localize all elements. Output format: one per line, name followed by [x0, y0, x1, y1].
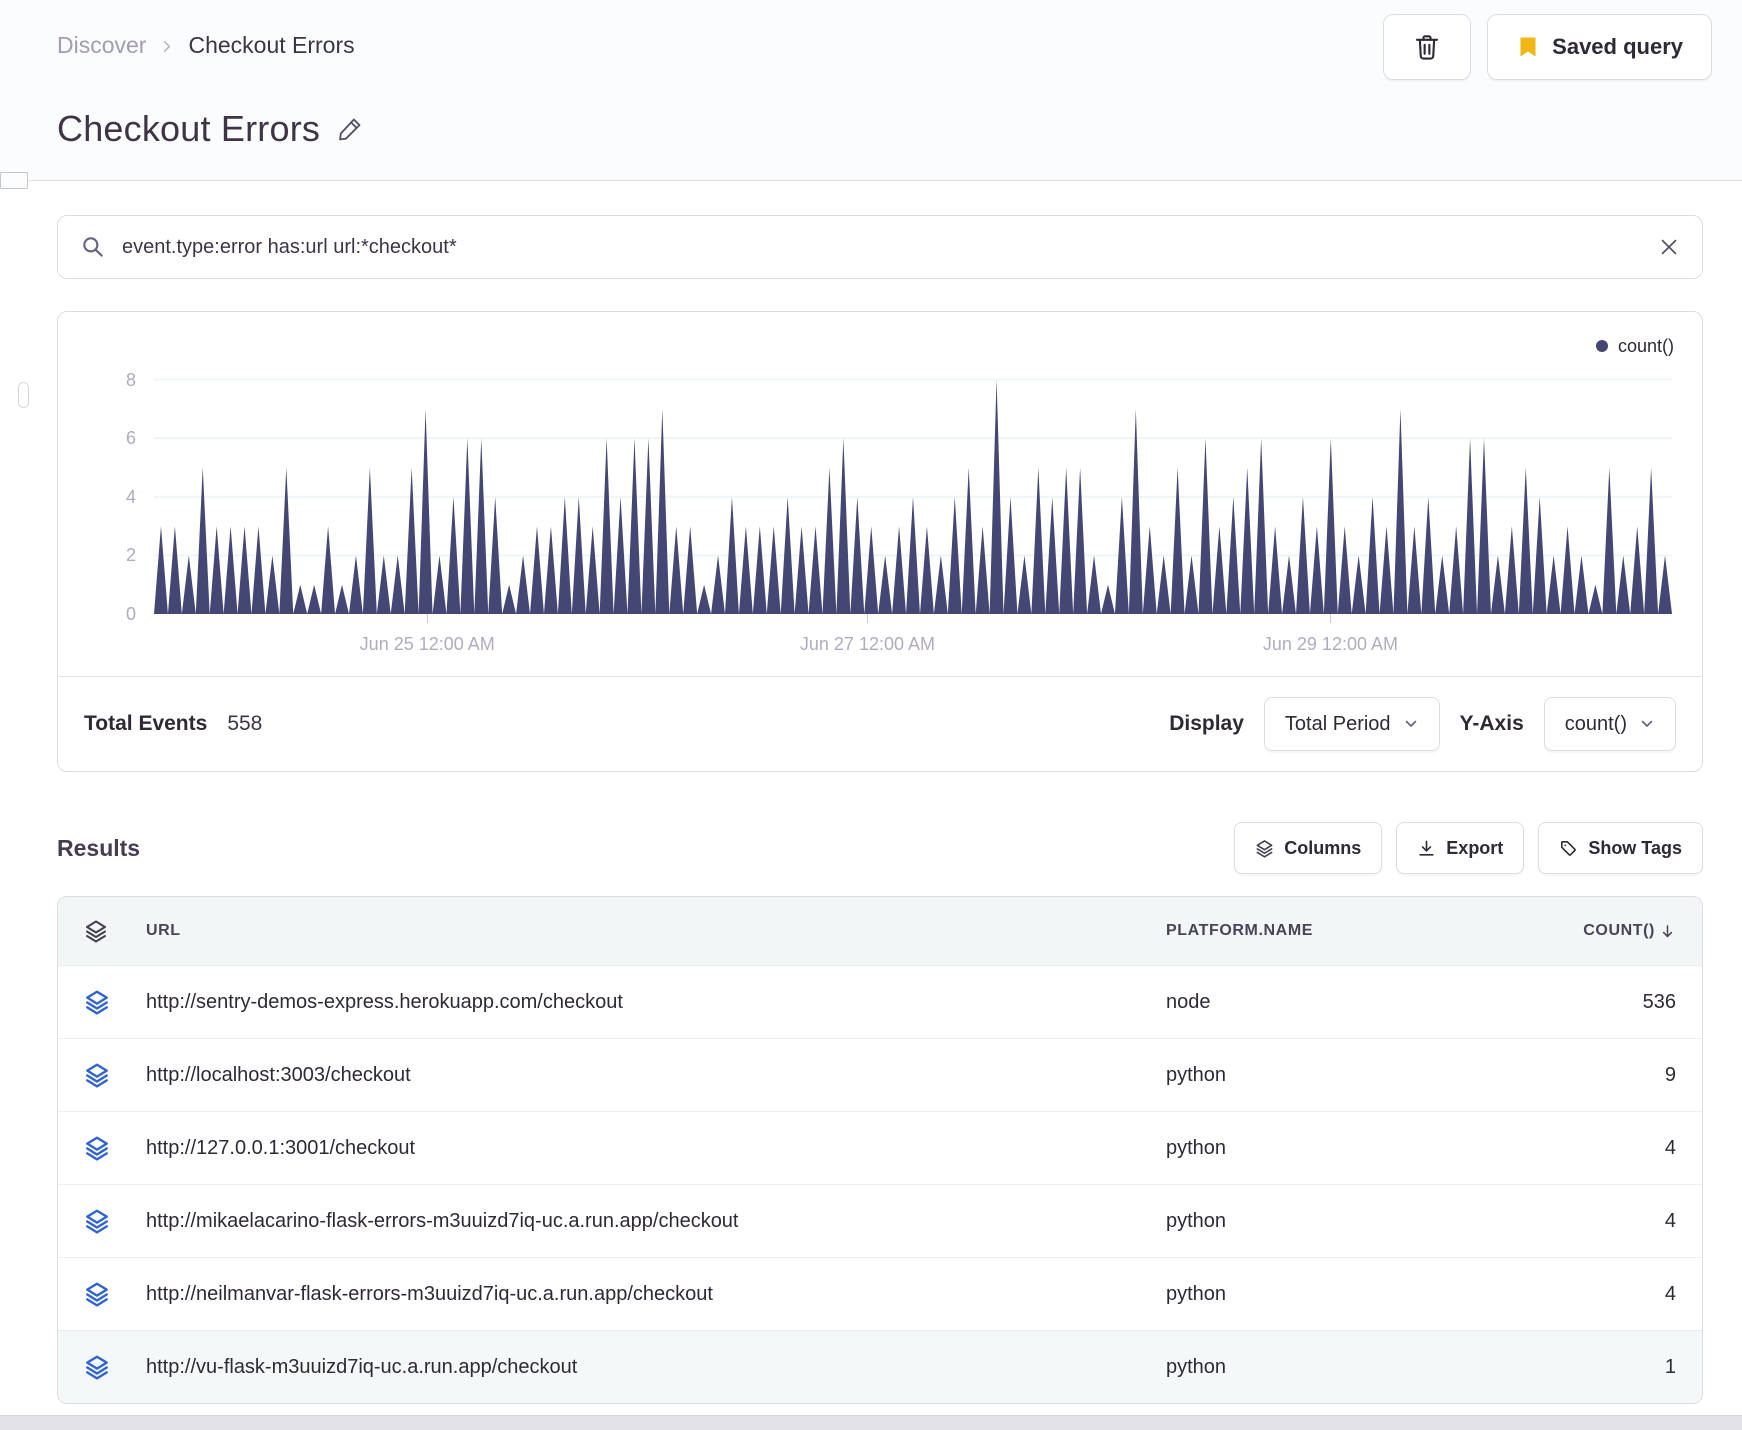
trash-icon — [1412, 32, 1442, 62]
table-row[interactable]: http://127.0.0.1:3001/checkout python 4 — [58, 1111, 1702, 1184]
platform-cell: python — [1166, 1136, 1227, 1159]
stack-events-icon[interactable] — [84, 1208, 146, 1234]
chart-y-axis: 0 2 4 6 8 — [90, 362, 136, 623]
total-events-label: Total Events — [84, 712, 208, 735]
yaxis-label: Y-Axis — [1459, 712, 1524, 735]
x-tick-label: Jun 29 12:00 AM — [1262, 634, 1398, 654]
stack-events-icon[interactable] — [84, 1135, 146, 1161]
x-tick-mark — [1330, 614, 1332, 623]
url-cell[interactable]: http://127.0.0.1:3001/checkout — [146, 1137, 1166, 1160]
chart-footer: Total Events 558 Display Total Period Y-… — [58, 676, 1702, 771]
results-heading: Results — [57, 834, 141, 861]
sidebar-drag-pill[interactable] — [18, 382, 29, 408]
stack-events-icon[interactable] — [84, 1281, 146, 1307]
discover-page: Discover Checkout Errors Saved query Che… — [0, 0, 1742, 1430]
url-cell[interactable]: http://localhost:3003/checkout — [146, 1064, 1166, 1087]
count-cell: 4 — [1664, 1209, 1676, 1232]
platform-cell: python — [1166, 1209, 1227, 1232]
table-row[interactable]: http://mikaelacarino-flask-errors-m3uuiz… — [58, 1184, 1702, 1257]
delete-query-button[interactable] — [1383, 14, 1472, 80]
y-tick-label: 2 — [125, 545, 136, 566]
layers-icon — [1255, 839, 1274, 858]
url-cell[interactable]: http://sentry-demos-express.herokuapp.co… — [146, 991, 1166, 1014]
y-tick-label: 4 — [125, 486, 136, 507]
legend-label: count() — [1617, 335, 1674, 356]
table-row[interactable]: http://sentry-demos-express.herokuapp.co… — [58, 965, 1702, 1038]
stack-events-icon[interactable] — [84, 989, 146, 1015]
bottom-scroll-strip[interactable] — [0, 1415, 1742, 1430]
x-tick-label: Jun 25 12:00 AM — [359, 634, 495, 654]
legend-dot-icon — [1595, 340, 1608, 352]
y-tick-label: 8 — [125, 369, 136, 390]
platform-cell: python — [1166, 1355, 1227, 1378]
bookmark-icon — [1516, 35, 1540, 59]
chart-legend[interactable]: count() — [58, 312, 1702, 356]
count-cell: 1 — [1664, 1355, 1676, 1378]
download-icon — [1417, 839, 1436, 858]
columns-button[interactable]: Columns — [1234, 822, 1383, 874]
url-cell[interactable]: http://neilmanvar-flask-errors-m3uuizd7i… — [146, 1283, 1166, 1306]
yaxis-dropdown[interactable]: count() — [1543, 697, 1676, 751]
results-table-body: http://sentry-demos-express.herokuapp.co… — [58, 965, 1702, 1403]
events-chart-panel: count() 0 2 4 6 8 Jun 25 12:00 AM Jun 27 12:0… — [57, 311, 1703, 772]
search-query-input[interactable]: event.type:error has:url url:*checkout* — [122, 236, 1642, 259]
show-tags-button-label: Show Tags — [1588, 837, 1682, 858]
total-events-value: 558 — [227, 712, 263, 735]
display-label: Display — [1169, 712, 1244, 735]
count-area-chart — [154, 378, 1672, 614]
chevron-down-icon — [1403, 716, 1419, 732]
column-header-url[interactable]: URL — [146, 922, 1166, 940]
chevron-down-icon — [1639, 716, 1655, 732]
search-icon — [80, 234, 106, 260]
sort-descending-icon — [1659, 923, 1676, 940]
x-tick-label: Jun 27 12:00 AM — [799, 634, 936, 654]
column-header-platform[interactable]: PLATFORM.NAME — [1166, 922, 1496, 940]
columns-button-label: Columns — [1284, 837, 1362, 858]
tag-icon — [1559, 839, 1578, 858]
chart-x-axis: Jun 25 12:00 AM Jun 27 12:00 AM Jun 29 12:… — [154, 614, 1672, 676]
count-cell: 536 — [1642, 990, 1676, 1013]
edit-title-pencil-icon[interactable] — [336, 115, 364, 143]
chevron-right-icon — [160, 39, 174, 53]
y-tick-label: 0 — [125, 604, 136, 624]
count-cell: 4 — [1664, 1282, 1676, 1305]
sidebar-collapse-handle[interactable] — [0, 172, 28, 189]
layers-icon[interactable] — [84, 919, 146, 943]
count-cell: 4 — [1664, 1136, 1676, 1159]
platform-cell: node — [1166, 990, 1211, 1013]
table-row[interactable]: http://neilmanvar-flask-errors-m3uuizd7i… — [58, 1257, 1702, 1330]
header-divider — [0, 172, 1742, 189]
clear-search-icon[interactable] — [1658, 236, 1680, 258]
count-cell: 9 — [1664, 1063, 1676, 1086]
stack-events-icon[interactable] — [84, 1354, 146, 1380]
y-tick-label: 6 — [125, 428, 136, 449]
saved-query-button[interactable]: Saved query — [1487, 14, 1712, 80]
search-bar[interactable]: event.type:error has:url url:*checkout* — [57, 215, 1703, 279]
breadcrumb-discover-link[interactable]: Discover — [57, 32, 146, 59]
display-dropdown-value: Total Period — [1284, 712, 1391, 735]
breadcrumb-current: Checkout Errors — [188, 32, 355, 58]
show-tags-button[interactable]: Show Tags — [1538, 822, 1703, 874]
yaxis-dropdown-value: count() — [1564, 712, 1627, 735]
page-title: Checkout Errors — [57, 108, 321, 149]
table-row[interactable]: http://localhost:3003/checkout python 9 — [58, 1038, 1702, 1111]
events-chart[interactable]: 0 2 4 6 8 — [126, 362, 1672, 623]
display-dropdown[interactable]: Total Period — [1263, 697, 1440, 751]
column-header-count[interactable]: COUNT() — [1496, 922, 1676, 940]
export-button-label: Export — [1446, 837, 1504, 858]
url-cell[interactable]: http://mikaelacarino-flask-errors-m3uuiz… — [146, 1210, 1166, 1233]
page-header: Discover Checkout Errors Saved query Che… — [0, 0, 1742, 180]
results-table-header: URL PLATFORM.NAME COUNT() — [58, 897, 1702, 965]
export-button[interactable]: Export — [1396, 822, 1525, 874]
table-row[interactable]: http://vu-flask-m3uuizd7iq-uc.a.run.app/… — [58, 1330, 1702, 1403]
breadcrumb: Discover Checkout Errors — [57, 14, 355, 59]
url-cell[interactable]: http://vu-flask-m3uuizd7iq-uc.a.run.app/… — [146, 1356, 1166, 1379]
saved-query-label: Saved query — [1552, 34, 1683, 59]
platform-cell: python — [1166, 1282, 1227, 1305]
x-tick-mark — [427, 614, 429, 623]
stack-events-icon[interactable] — [84, 1062, 146, 1088]
x-tick-mark — [867, 614, 869, 623]
results-table: URL PLATFORM.NAME COUNT() http://sentry-… — [57, 896, 1703, 1404]
platform-cell: python — [1166, 1063, 1227, 1086]
